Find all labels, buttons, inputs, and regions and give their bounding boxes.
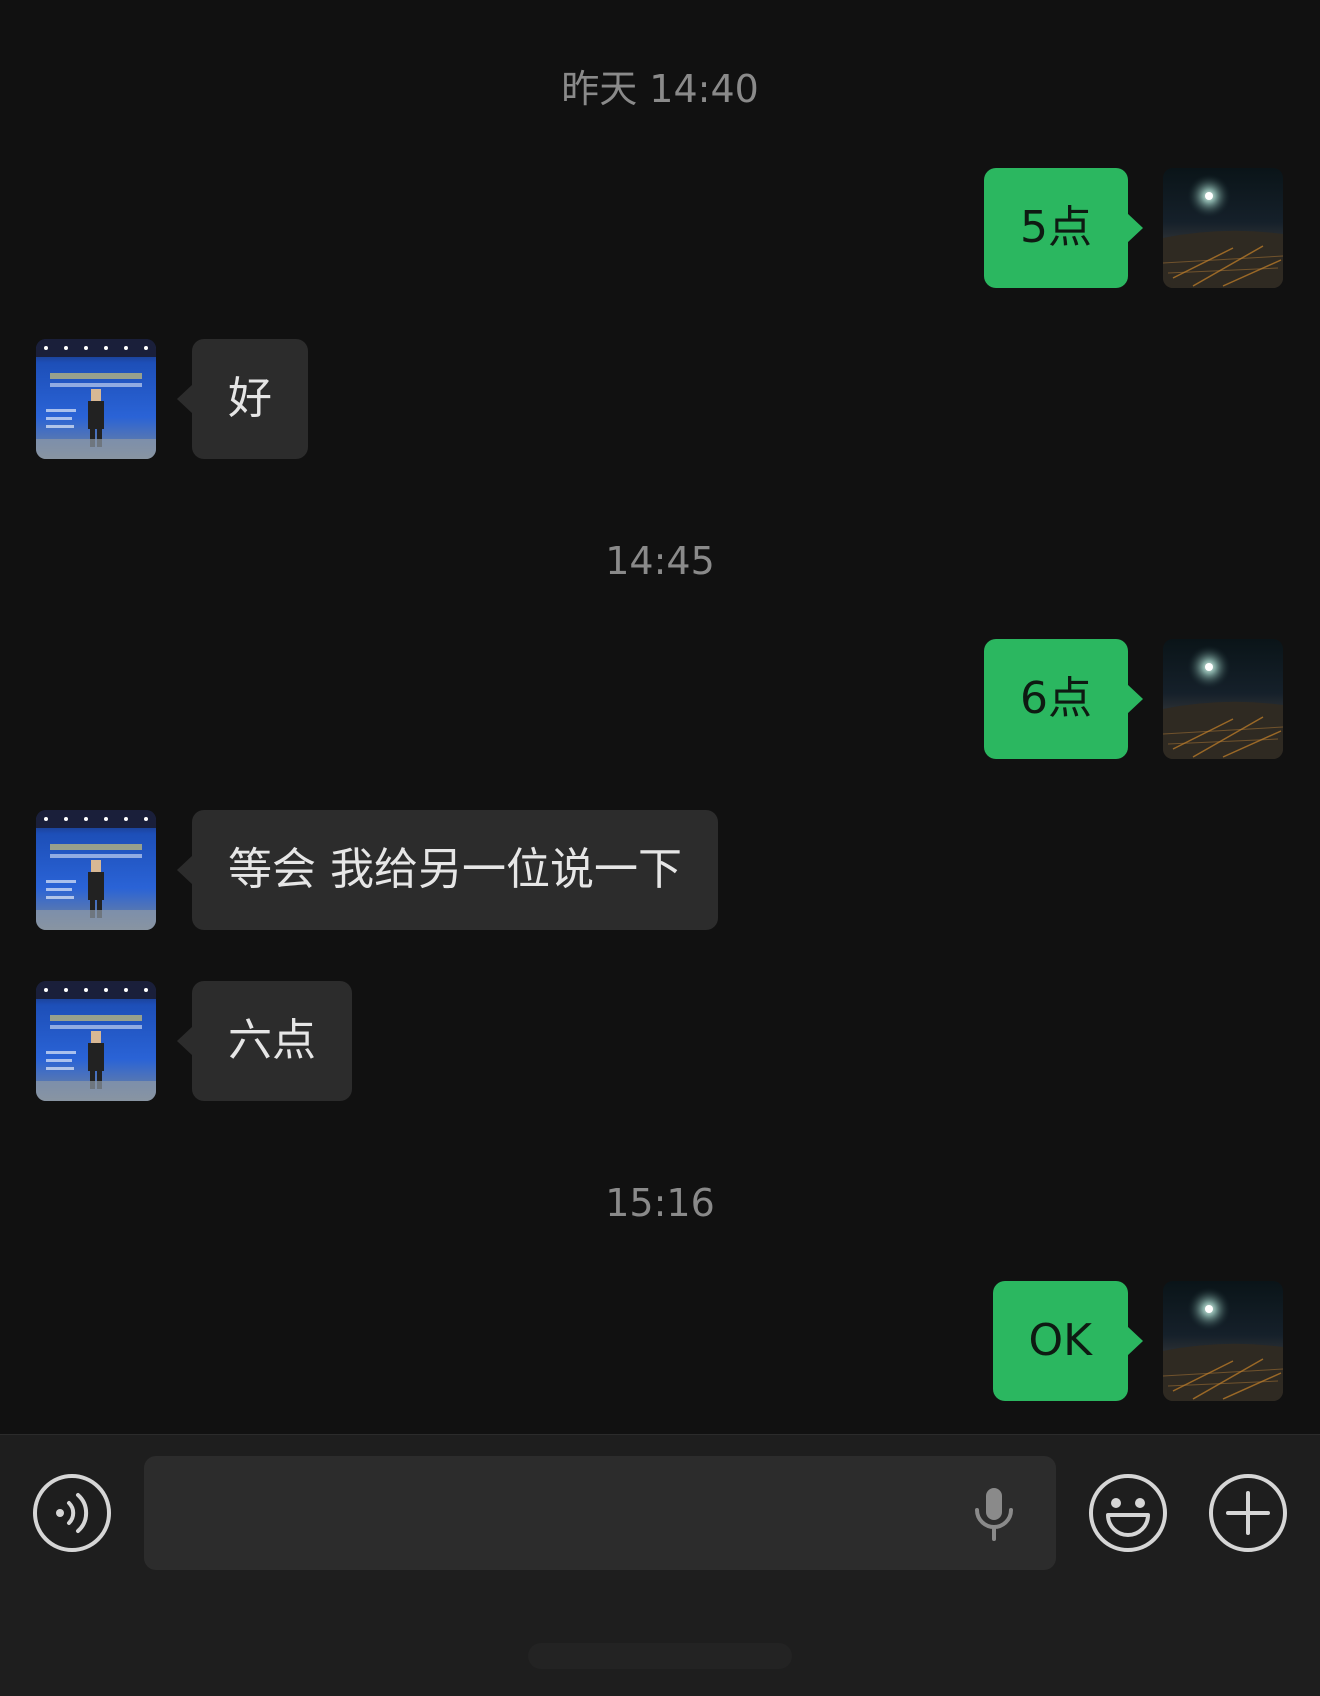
message-row-incoming: 六点 (0, 981, 1320, 1101)
microphone-icon (975, 1488, 1013, 1541)
home-indicator (528, 1643, 792, 1669)
message-bubble-incoming[interactable]: 好 (177, 339, 308, 459)
plus-icon (1209, 1474, 1287, 1552)
chat-area[interactable]: 昨天 14:40 5点 好 14:45 6点 等会 我给另一位说一下 六点 15… (0, 0, 1320, 1434)
message-row-outgoing: 5点 (0, 168, 1320, 288)
self-avatar[interactable] (1163, 1281, 1283, 1401)
contact-avatar[interactable] (36, 339, 156, 459)
stage-photo-avatar-image (36, 810, 156, 930)
message-row-outgoing: OK (0, 1281, 1320, 1401)
voice-wave-icon (33, 1474, 111, 1552)
night-city-avatar-image (1163, 1281, 1283, 1401)
more-actions-button[interactable] (1208, 1473, 1288, 1553)
message-bubble-outgoing[interactable]: 6点 (984, 639, 1143, 759)
message-bubble-outgoing[interactable]: 5点 (984, 168, 1143, 288)
smiley-icon (1089, 1474, 1167, 1552)
message-row-incoming: 等会 我给另一位说一下 (0, 810, 1320, 930)
emoji-button[interactable] (1088, 1473, 1168, 1553)
night-city-avatar-image (1163, 639, 1283, 759)
message-row-outgoing: 6点 (0, 639, 1320, 759)
contact-avatar[interactable] (36, 981, 156, 1101)
self-avatar[interactable] (1163, 168, 1283, 288)
stage-photo-avatar-image (36, 339, 156, 459)
contact-avatar[interactable] (36, 810, 156, 930)
message-bubble-incoming[interactable]: 六点 (177, 981, 352, 1101)
input-bar (0, 1434, 1320, 1696)
night-city-avatar-image (1163, 168, 1283, 288)
self-avatar[interactable] (1163, 639, 1283, 759)
message-bubble-incoming[interactable]: 等会 我给另一位说一下 (177, 810, 718, 930)
timestamp: 15:16 (605, 1181, 715, 1225)
message-row-incoming: 好 (0, 339, 1320, 459)
message-input[interactable] (144, 1456, 1056, 1570)
microphone-button[interactable] (972, 1486, 1016, 1542)
stage-photo-avatar-image (36, 981, 156, 1101)
message-bubble-outgoing[interactable]: OK (992, 1281, 1143, 1401)
voice-toggle-button[interactable] (32, 1473, 112, 1553)
timestamp: 昨天 14:40 (561, 67, 759, 111)
timestamp: 14:45 (605, 539, 715, 583)
